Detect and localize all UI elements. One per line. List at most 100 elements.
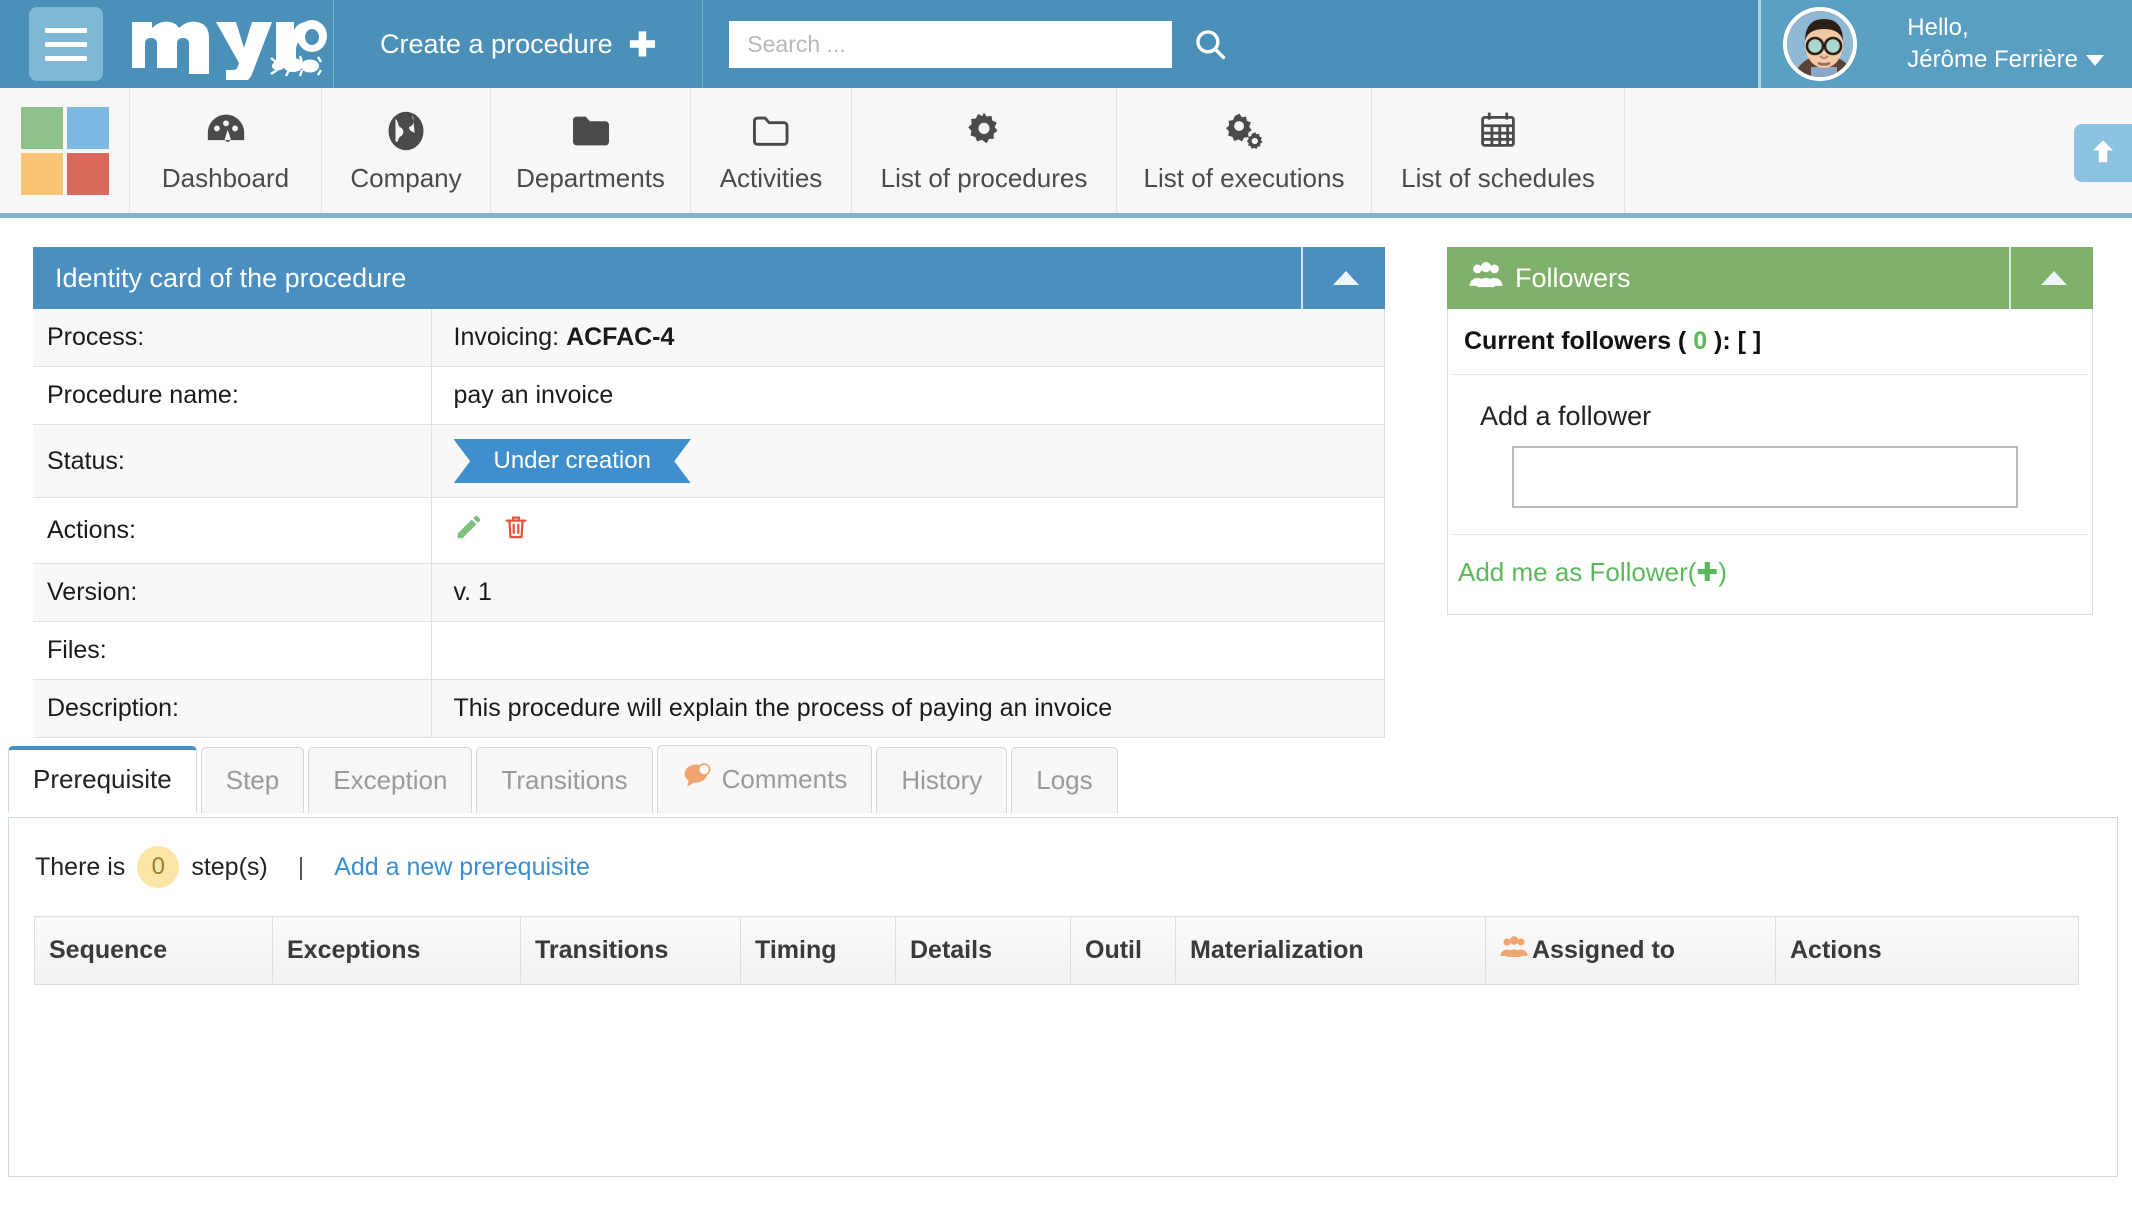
top-bar: Create a procedure ✚ (0, 0, 2132, 88)
table-row: Process: Invoicing: ACFAC-4 (33, 309, 1385, 367)
tab-bar: Prerequisite Step Exception Transitions … (8, 744, 1118, 812)
scroll-to-top-button[interactable] (2074, 124, 2132, 182)
plus-icon: ✚ (629, 28, 657, 61)
nav-spacer (1625, 88, 2132, 213)
tab-prerequisite[interactable]: Prerequisite (8, 746, 197, 813)
identity-card-table: Process: Invoicing: ACFAC-4 Procedure na… (33, 309, 1385, 738)
nav-item-home[interactable] (0, 88, 130, 213)
row-label: Actions: (33, 498, 431, 564)
row-value: pay an invoice (431, 367, 1385, 425)
row-value: v. 1 (431, 564, 1385, 622)
column-header-outil[interactable]: Outil (1071, 917, 1176, 985)
separator: | (298, 853, 305, 882)
search-icon[interactable] (1190, 24, 1230, 64)
column-header-materialization[interactable]: Materialization (1176, 917, 1486, 985)
column-header-details[interactable]: Details (896, 917, 1071, 985)
row-value (431, 622, 1385, 680)
identity-card-title: Identity card of the procedure (55, 263, 406, 294)
four-squares-icon (21, 107, 109, 195)
collapse-followers-button[interactable] (2009, 247, 2093, 309)
row-label: Files: (33, 622, 431, 680)
arrow-up-icon (2088, 136, 2118, 171)
hamburger-bar (45, 42, 87, 47)
column-header-sequence[interactable]: Sequence (35, 917, 273, 985)
identity-card-header: Identity card of the procedure (33, 247, 1385, 309)
search-input[interactable] (729, 21, 1172, 68)
nav-item-dashboard[interactable]: Dashboard (130, 88, 322, 213)
row-label: Procedure name: (33, 367, 431, 425)
table-row: Description: This procedure will explain… (33, 680, 1385, 738)
tab-label: Logs (1036, 765, 1092, 796)
users-group-icon (1500, 935, 1528, 966)
row-value (431, 498, 1385, 564)
column-header-assigned-to[interactable]: Assigned to (1486, 917, 1776, 985)
tab-logs[interactable]: Logs (1011, 747, 1117, 813)
nav-item-departments[interactable]: Departments (491, 88, 691, 213)
column-header-exceptions[interactable]: Exceptions (273, 917, 521, 985)
followers-count: 0 (1693, 327, 1707, 355)
tab-step[interactable]: Step (201, 747, 305, 813)
nav-label: List of schedules (1401, 163, 1595, 194)
nav-label: List of procedures (881, 163, 1088, 194)
avatar (1783, 7, 1857, 81)
there-is-label: There is (35, 853, 125, 882)
myra-logo[interactable] (123, 6, 333, 82)
globe-icon (386, 107, 426, 155)
add-follower-input[interactable] (1512, 446, 2018, 508)
nav-label: Activities (720, 163, 823, 194)
nav-item-list-of-executions[interactable]: List of executions (1117, 88, 1372, 213)
nav-label: List of executions (1144, 163, 1345, 194)
current-followers-label: Current followers ( (1464, 327, 1693, 355)
create-procedure-label: Create a procedure (380, 29, 613, 60)
followers-title: Followers (1515, 263, 1631, 294)
current-followers-suffix: ): [ ] (1707, 327, 1761, 355)
search-area (729, 21, 1230, 68)
tab-comments[interactable]: Comments (657, 745, 873, 813)
table-header-row: Sequence Exceptions Transitions Timing D… (35, 917, 2079, 985)
main-navigation: Dashboard Company Departments Activities (0, 88, 2132, 218)
table-row: Files: (33, 622, 1385, 680)
followers-body: Current followers ( 0 ): [ ] Add a follo… (1447, 309, 2093, 615)
divider (702, 0, 703, 88)
hamburger-bar (45, 56, 87, 61)
tab-label: History (901, 765, 982, 796)
users-group-icon (1469, 261, 1503, 296)
chevron-up-icon (2041, 271, 2067, 285)
create-procedure-button[interactable]: Create a procedure ✚ (334, 0, 702, 88)
column-header-timing[interactable]: Timing (741, 917, 896, 985)
step-count-badge: 0 (137, 846, 179, 888)
edit-pencil-icon[interactable] (454, 512, 484, 549)
nav-item-list-of-procedures[interactable]: List of procedures (852, 88, 1117, 213)
tab-transitions[interactable]: Transitions (476, 747, 652, 813)
process-prefix: Invoicing: (454, 323, 567, 351)
tab-label: Comments (722, 764, 848, 795)
nav-label: Departments (516, 163, 665, 194)
tab-history[interactable]: History (876, 747, 1007, 813)
delete-trash-icon[interactable] (502, 512, 530, 549)
user-menu[interactable]: Hello, Jérôme Ferrière (1758, 0, 2132, 88)
column-header-actions[interactable]: Actions (1776, 917, 2079, 985)
dashboard-gauge-icon (204, 107, 248, 155)
folder-filled-icon (569, 107, 613, 155)
comment-bubble-icon (682, 763, 712, 796)
gears-icon (1222, 107, 1266, 155)
hamburger-bar (45, 28, 87, 33)
hamburger-menu-icon[interactable] (29, 7, 103, 81)
row-label: Process: (33, 309, 431, 367)
add-me-as-follower-link[interactable]: Add me as Follower(✚) (1448, 535, 1727, 588)
column-header-transitions[interactable]: Transitions (521, 917, 741, 985)
add-follower-label: Add a follower (1448, 375, 2092, 446)
nav-item-company[interactable]: Company (322, 88, 491, 213)
process-code: ACFAC-4 (566, 323, 674, 351)
chevron-up-icon (1333, 271, 1359, 285)
add-new-prerequisite-link[interactable]: Add a new prerequisite (334, 853, 590, 882)
tab-label: Prerequisite (33, 764, 172, 795)
nav-item-activities[interactable]: Activities (691, 88, 852, 213)
caret-down-icon[interactable] (2086, 55, 2104, 66)
nav-item-list-of-schedules[interactable]: List of schedules (1372, 88, 1625, 213)
nav-label: Dashboard (162, 163, 289, 194)
table-row: Status: Under creation (33, 425, 1385, 498)
followers-title-group: Followers (1469, 261, 1631, 296)
tab-exception[interactable]: Exception (308, 747, 472, 813)
collapse-identity-card-button[interactable] (1301, 247, 1385, 309)
